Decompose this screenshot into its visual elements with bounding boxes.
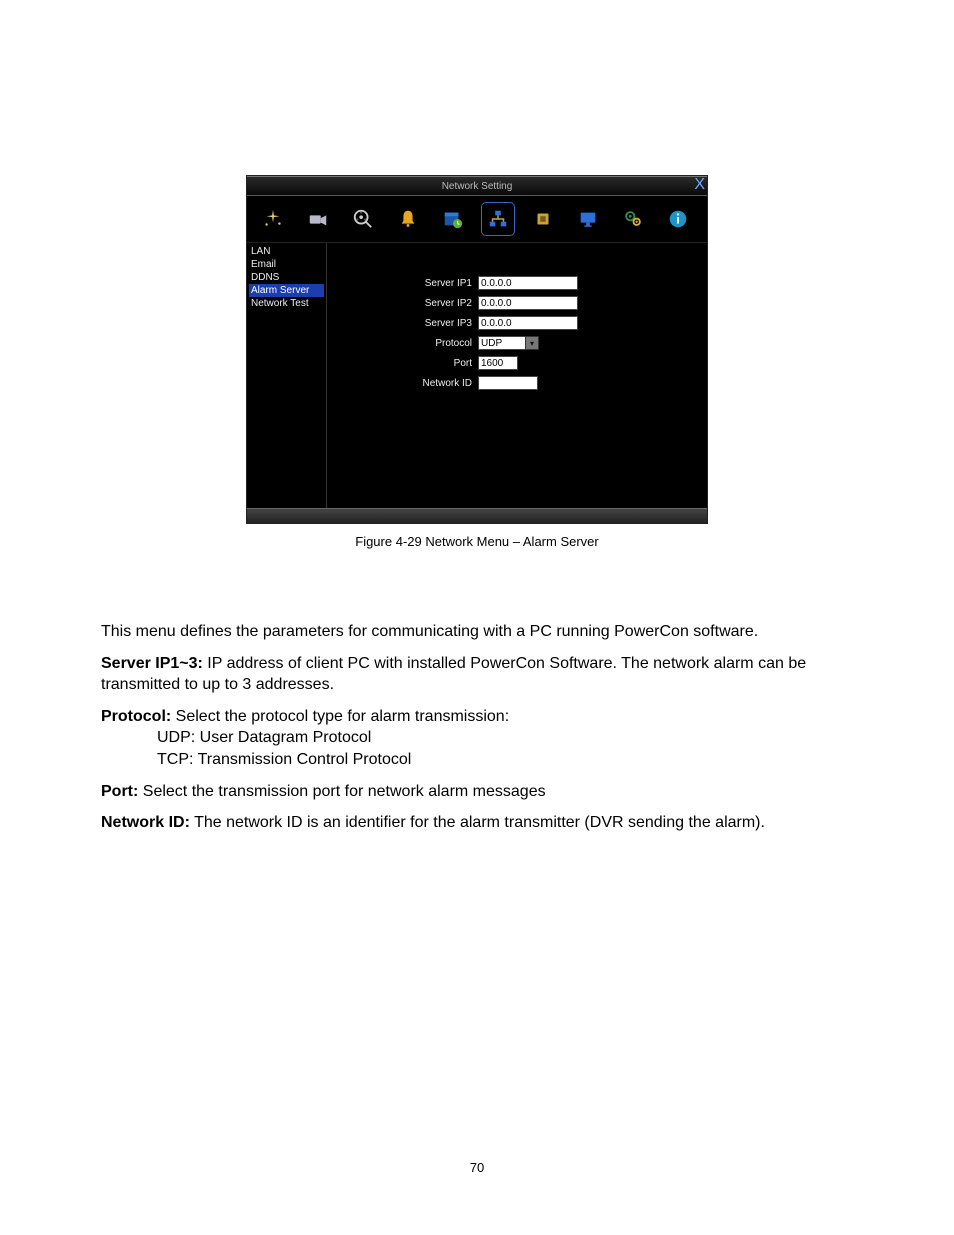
- sidebar-item-alarm-server[interactable]: Alarm Server: [249, 284, 324, 297]
- server-ip-label: Server IP1~3:: [101, 655, 203, 672]
- network-id-paragraph: Network ID: The network ID is an identif…: [101, 812, 853, 834]
- reel-search-icon[interactable]: [349, 205, 377, 233]
- toolbar: [247, 196, 707, 243]
- gears-icon[interactable]: [619, 205, 647, 233]
- form-area: Server IP1 Server IP2 Server IP3 Protoco…: [327, 243, 707, 508]
- sidebar-item-network-test[interactable]: Network Test: [249, 297, 324, 310]
- port-doc-label: Port:: [101, 783, 138, 800]
- port-paragraph: Port: Select the transmission port for n…: [101, 781, 853, 803]
- network-setting-dialog: Network Setting X: [246, 175, 708, 524]
- info-icon[interactable]: [664, 205, 692, 233]
- protocol-label: Protocol: [327, 338, 478, 349]
- sidebar-item-ddns[interactable]: DDNS: [249, 271, 324, 284]
- protocol-udp-line: UDP: User Datagram Protocol: [157, 727, 853, 749]
- network-id-doc-text: The network ID is an identifier for the …: [190, 814, 765, 831]
- monitor-icon[interactable]: [574, 205, 602, 233]
- network-id-label: Network ID: [327, 378, 478, 389]
- bell-icon[interactable]: [394, 205, 422, 233]
- server-ip-text: IP address of client PC with installed P…: [101, 655, 806, 694]
- port-doc-text: Select the transmission port for network…: [138, 783, 545, 800]
- page-number: 70: [0, 1160, 954, 1175]
- server-ip3-label: Server IP3: [327, 318, 478, 329]
- protocol-select[interactable]: [478, 336, 526, 350]
- server-ip1-label: Server IP1: [327, 278, 478, 289]
- server-ip1-input[interactable]: [478, 276, 578, 290]
- protocol-tcp-line: TCP: Transmission Control Protocol: [157, 749, 853, 771]
- server-ip2-label: Server IP2: [327, 298, 478, 309]
- server-ip2-input[interactable]: [478, 296, 578, 310]
- chevron-down-icon[interactable]: ▾: [525, 336, 539, 350]
- sidebar-item-lan[interactable]: LAN: [249, 245, 324, 258]
- port-input[interactable]: [478, 356, 518, 370]
- port-label: Port: [327, 358, 478, 369]
- network-id-doc-label: Network ID:: [101, 814, 190, 831]
- sidebar-item-email[interactable]: Email: [249, 258, 324, 271]
- chip-icon[interactable]: [529, 205, 557, 233]
- network-icon[interactable]: [484, 205, 512, 233]
- document-body: This menu defines the parameters for com…: [101, 621, 853, 834]
- sparkle-icon[interactable]: [259, 205, 287, 233]
- protocol-paragraph: Protocol: Select the protocol type for a…: [101, 706, 853, 728]
- intro-text: This menu defines the parameters for com…: [101, 621, 853, 643]
- close-icon[interactable]: X: [694, 176, 705, 194]
- sidebar: LAN Email DDNS Alarm Server Network Test: [247, 243, 327, 508]
- titlebar: Network Setting X: [247, 176, 707, 196]
- figure-caption: Figure 4-29 Network Menu – Alarm Server: [0, 534, 954, 549]
- protocol-doc-label: Protocol:: [101, 708, 171, 725]
- server-ip-paragraph: Server IP1~3: IP address of client PC wi…: [101, 653, 853, 696]
- protocol-doc-text: Select the protocol type for alarm trans…: [171, 708, 509, 725]
- dialog-title: Network Setting: [442, 181, 513, 192]
- dialog-body: LAN Email DDNS Alarm Server Network Test…: [247, 243, 707, 508]
- server-ip3-input[interactable]: [478, 316, 578, 330]
- statusbar: [247, 508, 707, 523]
- schedule-icon[interactable]: [439, 205, 467, 233]
- camera-icon[interactable]: [304, 205, 332, 233]
- network-id-input[interactable]: [478, 376, 538, 390]
